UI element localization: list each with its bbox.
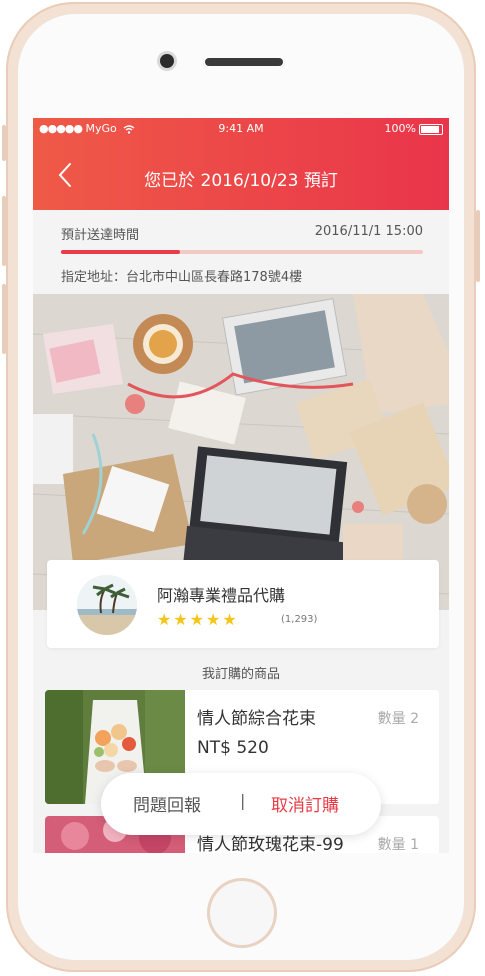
earpiece-speaker: [205, 58, 283, 66]
rating-count: (1,293): [281, 614, 318, 625]
home-button[interactable]: [207, 878, 277, 948]
page-title: 您已於 2016/10/23 預訂: [144, 171, 338, 191]
delivery-progress-fill: [61, 250, 181, 254]
volume-up-button: [2, 196, 6, 266]
delivery-address: 指定地址：台北市中山區長春路178號4樓: [61, 270, 303, 285]
delivery-panel: 預計送達時間 2016/11/1 15:00 指定地址：台北市中山區長春路178…: [33, 210, 449, 294]
action-separator: |: [240, 791, 246, 810]
front-camera: [160, 54, 174, 68]
volume-down-button: [2, 284, 6, 354]
delivery-progress: [61, 250, 423, 254]
status-bar: ●●●●● MyGo 9:41 AM 100%: [33, 122, 449, 140]
battery-icon: [419, 123, 443, 135]
seller-name: 阿瀚專業禮品代購: [157, 586, 286, 605]
report-problem-button[interactable]: 問題回報: [133, 791, 201, 816]
delivery-label: 預計送達時間: [61, 228, 140, 243]
action-bar: 問題回報 | 取消訂購: [101, 773, 381, 835]
item-name: 情人節綜合花束: [197, 709, 316, 729]
mute-switch: [2, 125, 6, 161]
section-title: 我訂購的商品: [201, 667, 280, 682]
battery-status: 100%: [385, 122, 443, 135]
seller-card[interactable]: 阿瀚專業禮品代購 ★★★★★ (1,293): [47, 560, 439, 648]
header-bar: ●●●●● MyGo 9:41 AM 100% 您已於 2016/10/23 預…: [33, 118, 449, 210]
app-screen: ●●●●● MyGo 9:41 AM 100% 您已於 2016/10/23 預…: [33, 118, 449, 853]
seller-avatar-graphic: [77, 575, 137, 635]
star-rating-icon: ★★★★★: [157, 610, 239, 629]
item-quantity: 數量 2: [377, 711, 419, 727]
battery-percent: 100%: [384, 122, 416, 135]
item-price: NT$ 520: [197, 738, 269, 758]
item-quantity: 數量 1: [377, 837, 419, 853]
power-button: [476, 210, 480, 282]
cancel-order-button[interactable]: 取消訂購: [271, 791, 339, 816]
delivery-time: 2016/11/1 15:00: [314, 224, 423, 239]
seller-avatar: [77, 575, 137, 635]
